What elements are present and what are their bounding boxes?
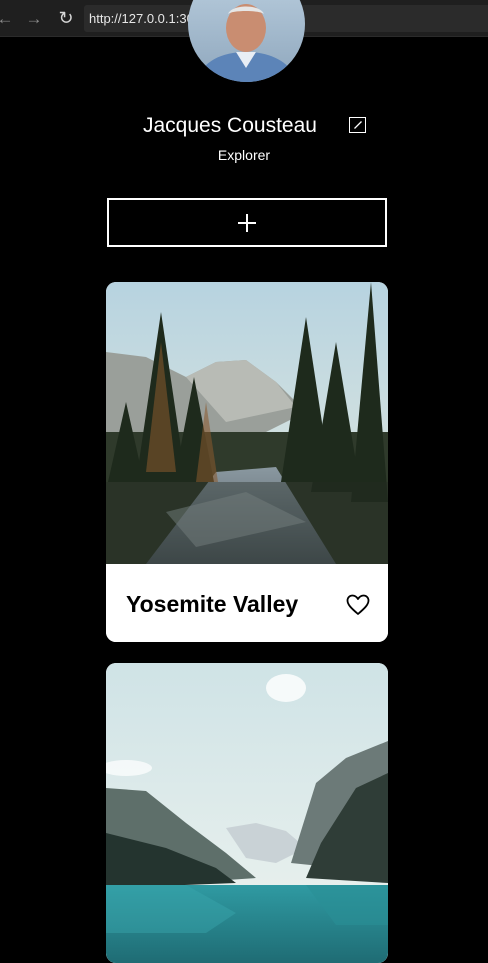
reload-icon[interactable]: ↻ <box>56 8 76 28</box>
forward-arrow-icon[interactable]: → <box>24 8 44 28</box>
heart-icon <box>346 594 370 615</box>
card-image[interactable] <box>106 663 388 963</box>
like-button[interactable] <box>346 594 370 616</box>
card-image[interactable] <box>106 282 388 564</box>
plus-icon <box>238 213 256 232</box>
edit-profile-button[interactable] <box>349 117 366 133</box>
avatar <box>188 0 305 82</box>
add-place-button[interactable] <box>107 198 387 247</box>
place-card <box>106 663 388 963</box>
card-title: Yosemite Valley <box>126 591 299 617</box>
profile-role: Explorer <box>217 147 271 163</box>
back-arrow-icon[interactable]: ← <box>0 8 15 28</box>
pencil-icon <box>353 121 362 129</box>
profile-name: Jacques Cousteau <box>143 114 317 137</box>
place-card: Yosemite Valley <box>106 282 388 642</box>
